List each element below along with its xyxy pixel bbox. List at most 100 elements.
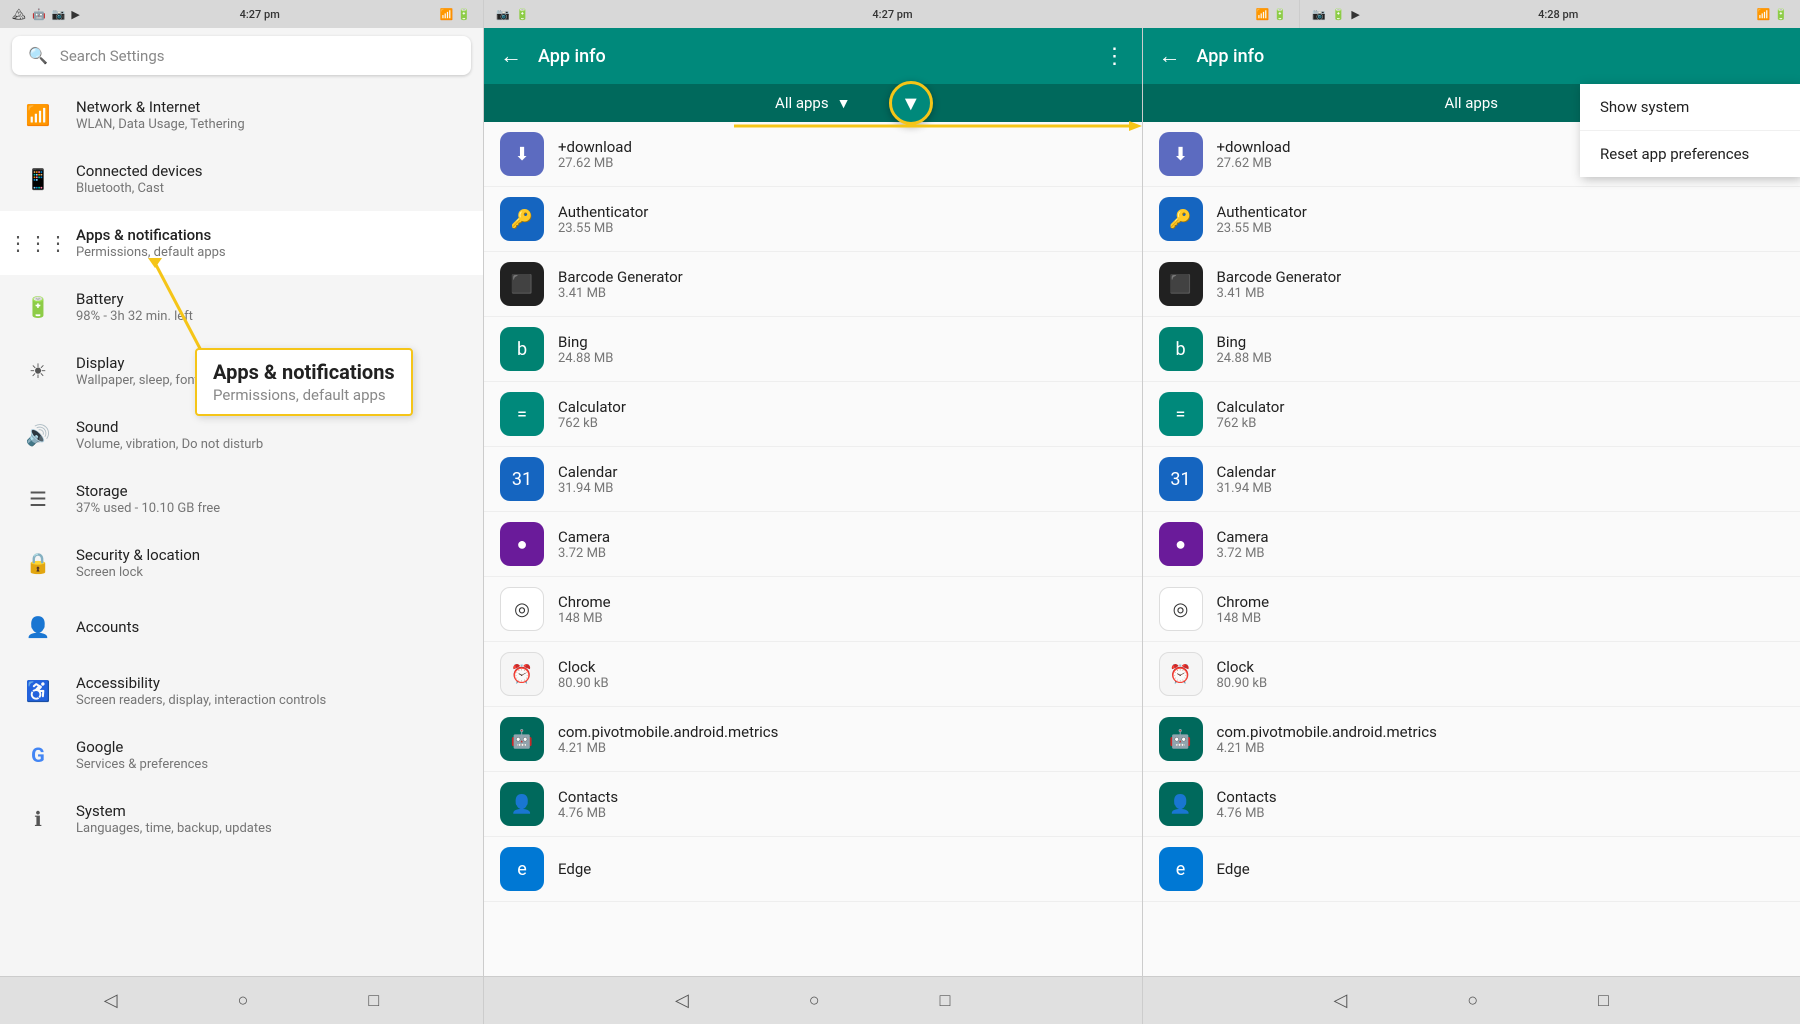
accessibility-icon: ♿	[20, 673, 56, 709]
app-info: Calendar 31.94 MB	[558, 463, 618, 496]
app-icon: ●	[500, 522, 544, 566]
dropdown-green-circle[interactable]: ▼	[889, 81, 933, 125]
app-name: Calculator	[1217, 398, 1285, 416]
list-item[interactable]: = Calculator 762 kB	[1143, 382, 1800, 447]
list-item[interactable]: ● Camera 3.72 MB	[484, 512, 1142, 577]
nav-back-middle[interactable]: ◁	[675, 990, 689, 1011]
sidebar-item-security[interactable]: 🔒 Security & location Screen lock	[0, 531, 483, 595]
app-info: Authenticator 23.55 MB	[1217, 203, 1307, 236]
app-icon: ◎	[1159, 587, 1203, 631]
list-item[interactable]: ⬛ Barcode Generator 3.41 MB	[1143, 252, 1800, 317]
nav-home-left[interactable]: ○	[238, 990, 249, 1011]
list-item[interactable]: ◎ Chrome 148 MB	[484, 577, 1142, 642]
app-info-right: ← App info All apps ⬇ +download 27.62 MB…	[1143, 28, 1800, 976]
display-icon: ☀	[20, 353, 56, 389]
list-item[interactable]: b Bing 24.88 MB	[484, 317, 1142, 382]
list-item[interactable]: 🔑 Authenticator 23.55 MB	[484, 187, 1142, 252]
sidebar-item-sound[interactable]: 🔊 Sound Volume, vibration, Do not distur…	[0, 403, 483, 467]
app-name: Authenticator	[558, 203, 648, 221]
right-back-button[interactable]: ←	[1159, 43, 1181, 69]
nav-home-right[interactable]: ○	[1467, 990, 1478, 1011]
storage-subtitle: 37% used - 10.10 GB free	[76, 501, 220, 516]
sidebar-item-battery[interactable]: 🔋 Battery 98% - 3h 32 min. left	[0, 275, 483, 339]
sidebar-item-system[interactable]: ℹ System Languages, time, backup, update…	[0, 787, 483, 851]
list-item[interactable]: e Edge	[1143, 837, 1800, 902]
app-info-left: ← App info ⋮ All apps ▼ ▼ ⬇ +download 27…	[484, 28, 1143, 976]
battery-title: Battery	[76, 290, 193, 308]
app-name: Barcode Generator	[1217, 268, 1342, 286]
list-item[interactable]: ⬛ Barcode Generator 3.41 MB	[484, 252, 1142, 317]
list-item[interactable]: 🤖 com.pivotmobile.android.metrics 4.21 M…	[484, 707, 1142, 772]
app-name: +download	[558, 138, 632, 156]
status-icons-middle: 📷🔋	[496, 8, 529, 21]
list-item[interactable]: 🔑 Authenticator 23.55 MB	[1143, 187, 1800, 252]
app-size: 4.76 MB	[1217, 806, 1277, 821]
app-info: Chrome 148 MB	[1217, 593, 1270, 626]
sidebar-item-google[interactable]: G Google Services & preferences	[0, 723, 483, 787]
settings-item-text: Display Wallpaper, sleep, font size	[76, 354, 225, 388]
sound-icon: 🔊	[20, 417, 56, 453]
sidebar-item-accounts[interactable]: 👤 Accounts	[0, 595, 483, 659]
app-icon: e	[1159, 847, 1203, 891]
network-title: Network & Internet	[76, 98, 245, 116]
left-apps-list: ⬇ +download 27.62 MB 🔑 Authenticator 23.…	[484, 122, 1142, 976]
app-size: 3.41 MB	[558, 286, 683, 301]
status-icons-left: 🏔🤖📷▶	[12, 8, 80, 21]
sidebar-item-accessibility[interactable]: ♿ Accessibility Screen readers, display,…	[0, 659, 483, 723]
app-info: Calculator 762 kB	[558, 398, 626, 431]
app-name: com.pivotmobile.android.metrics	[1217, 723, 1437, 741]
list-item[interactable]: ⬇ +download 27.62 MB	[484, 122, 1142, 187]
list-item[interactable]: ● Camera 3.72 MB	[1143, 512, 1800, 577]
sidebar-item-display[interactable]: ☀ Display Wallpaper, sleep, font size	[0, 339, 483, 403]
list-item[interactable]: ◎ Chrome 148 MB	[1143, 577, 1800, 642]
status-icons-right-left: 📶🔋	[440, 8, 471, 21]
settings-item-text: Apps & notifications Permissions, defaul…	[76, 226, 226, 260]
app-name: Barcode Generator	[558, 268, 683, 286]
left-back-button[interactable]: ←	[500, 43, 522, 69]
battery-icon: 🔋	[20, 289, 56, 325]
list-item[interactable]: ⏰ Clock 80.90 kB	[1143, 642, 1800, 707]
search-bar[interactable]: 🔍 Search Settings	[12, 36, 471, 75]
app-icon: =	[1159, 392, 1203, 436]
app-name: Clock	[558, 658, 609, 676]
app-name: Chrome	[1217, 593, 1270, 611]
nav-recent-left[interactable]: □	[368, 990, 379, 1011]
list-item[interactable]: 👤 Contacts 4.76 MB	[1143, 772, 1800, 837]
nav-back-left[interactable]: ◁	[104, 990, 118, 1011]
nav-recent-right[interactable]: □	[1598, 990, 1609, 1011]
nav-recent-middle[interactable]: □	[940, 990, 951, 1011]
list-item[interactable]: = Calculator 762 kB	[484, 382, 1142, 447]
app-size: 4.76 MB	[558, 806, 618, 821]
list-item[interactable]: b Bing 24.88 MB	[1143, 317, 1800, 382]
apps-icon: ⋮⋮⋮	[20, 225, 56, 261]
left-more-button[interactable]: ⋮	[1104, 44, 1126, 69]
accessibility-subtitle: Screen readers, display, interaction con…	[76, 693, 326, 708]
sidebar-item-network[interactable]: 📶 Network & Internet WLAN, Data Usage, T…	[0, 83, 483, 147]
nav-back-right[interactable]: ◁	[1333, 990, 1347, 1011]
app-name: Contacts	[558, 788, 618, 806]
security-title: Security & location	[76, 546, 200, 564]
nav-home-middle[interactable]: ○	[809, 990, 820, 1011]
list-item[interactable]: 31 Calendar 31.94 MB	[484, 447, 1142, 512]
list-item[interactable]: e Edge	[484, 837, 1142, 902]
list-item[interactable]: ⏰ Clock 80.90 kB	[484, 642, 1142, 707]
list-item[interactable]: 👤 Contacts 4.76 MB	[484, 772, 1142, 837]
app-icon: =	[500, 392, 544, 436]
sidebar-item-apps[interactable]: ⋮⋮⋮ Apps & notifications Permissions, de…	[0, 211, 483, 275]
left-all-apps-bar[interactable]: All apps ▼ ▼	[484, 84, 1142, 122]
app-icon: ⬇	[500, 132, 544, 176]
list-item[interactable]: 31 Calendar 31.94 MB	[1143, 447, 1800, 512]
settings-item-text: Security & location Screen lock	[76, 546, 200, 580]
app-info: Calculator 762 kB	[1217, 398, 1285, 431]
list-item[interactable]: 🤖 com.pivotmobile.android.metrics 4.21 M…	[1143, 707, 1800, 772]
sidebar-item-devices[interactable]: 📱 Connected devices Bluetooth, Cast	[0, 147, 483, 211]
app-size: 31.94 MB	[558, 481, 618, 496]
app-name: Camera	[1217, 528, 1269, 546]
app-icon: 🔑	[500, 197, 544, 241]
context-menu-reset-prefs[interactable]: Reset app preferences	[1580, 131, 1800, 177]
app-name: Bing	[558, 333, 613, 351]
sidebar-item-storage[interactable]: ☰ Storage 37% used - 10.10 GB free	[0, 467, 483, 531]
app-info: Camera 3.72 MB	[558, 528, 610, 561]
app-size: 762 kB	[1217, 416, 1285, 431]
context-menu-show-system[interactable]: Show system	[1580, 84, 1800, 131]
